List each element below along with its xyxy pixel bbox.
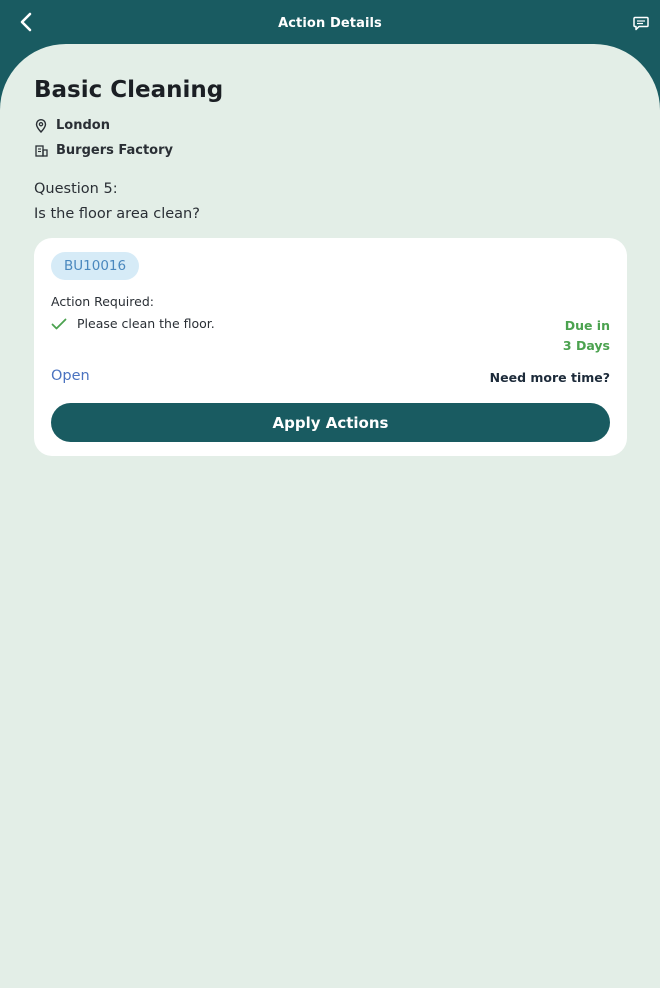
site-text: Burgers Factory xyxy=(56,143,173,158)
action-item-text: Please clean the floor. xyxy=(77,316,215,331)
chat-bubble-icon xyxy=(633,16,649,30)
action-item: Please clean the floor. xyxy=(51,316,215,331)
question-text: Is the floor area clean? xyxy=(34,206,200,222)
action-card: BU10016 Action Required: Please clean th… xyxy=(34,238,627,456)
apply-actions-button[interactable]: Apply Actions xyxy=(51,403,610,442)
status-open-link[interactable]: Open xyxy=(51,368,90,384)
page-header-title: Action Details xyxy=(278,15,382,31)
due-line-2: 3 Days xyxy=(562,338,610,353)
top-bar: Action Details xyxy=(0,0,660,46)
back-button[interactable] xyxy=(14,10,38,34)
checkmark-icon xyxy=(51,317,69,331)
question-number: Question 5: xyxy=(34,181,118,197)
due-line-1: Due in xyxy=(564,318,610,333)
due-date: Due in 3 Days xyxy=(563,316,610,356)
location-pin-icon xyxy=(34,118,48,133)
building-icon xyxy=(34,144,48,158)
chevron-left-icon xyxy=(20,12,32,32)
location-row: London xyxy=(34,118,110,133)
task-title: Basic Cleaning xyxy=(34,77,224,103)
content-sheet: Basic Cleaning London Burgers Factory Qu… xyxy=(0,44,660,988)
action-id-badge: BU10016 xyxy=(51,252,140,280)
screen: Action Details Basic Cleaning London Bur… xyxy=(0,0,660,988)
need-more-time-link[interactable]: Need more time? xyxy=(490,370,610,385)
action-required-label: Action Required: xyxy=(51,294,154,309)
location-text: London xyxy=(56,118,110,133)
site-row: Burgers Factory xyxy=(34,143,173,158)
chat-button[interactable] xyxy=(630,12,652,34)
